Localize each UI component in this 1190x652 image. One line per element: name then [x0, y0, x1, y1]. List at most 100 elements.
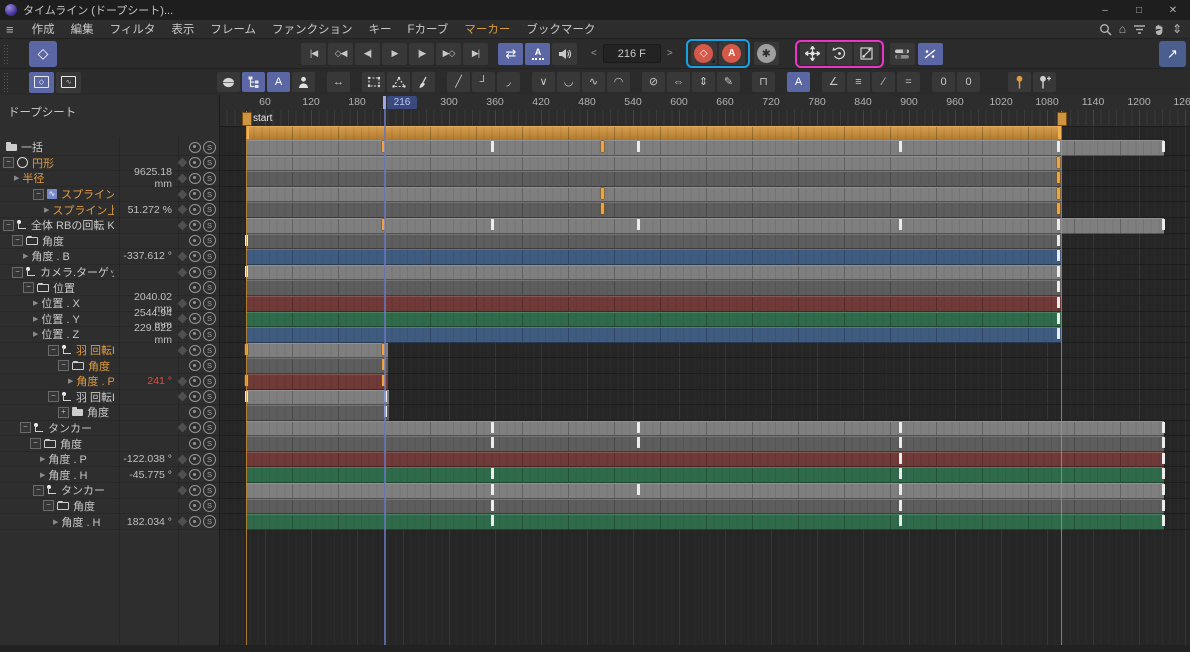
animation-track[interactable] — [246, 312, 1061, 328]
expander-expand-icon[interactable]: + — [58, 407, 69, 418]
visibility-eye-icon[interactable] — [189, 516, 201, 527]
selected-keyframe[interactable] — [1057, 172, 1060, 183]
next-key-button[interactable]: ▶◇ — [436, 43, 461, 65]
tangent-vee-button[interactable]: ∨ — [532, 72, 555, 92]
keyframe[interactable] — [491, 437, 494, 448]
track-row[interactable] — [220, 140, 1190, 156]
tree-row[interactable]: −角度S — [0, 358, 219, 374]
solo-icon[interactable]: S — [203, 359, 216, 372]
loop-button[interactable]: ⇄ — [498, 43, 523, 65]
tree-row[interactable]: −角度S — [0, 499, 219, 515]
visibility-eye-icon[interactable] — [189, 142, 201, 153]
solo-icon[interactable]: S — [203, 297, 216, 310]
solo-icon[interactable]: S — [203, 141, 216, 154]
tree-value[interactable]: 241 ° — [114, 375, 172, 387]
tree-row[interactable]: −タンカーS — [0, 483, 219, 499]
keyframe[interactable] — [491, 500, 494, 511]
tangent-soft-button[interactable]: ◡ — [557, 72, 580, 92]
tree-row[interactable]: ▶角度 . H182.034 °S — [0, 514, 219, 530]
tree-row[interactable]: −カメラ.ターゲット.1S — [0, 265, 219, 281]
solo-icon[interactable]: S — [203, 421, 216, 434]
selected-keyframe[interactable] — [1057, 157, 1060, 168]
keyframe[interactable] — [1057, 281, 1060, 292]
animation-track[interactable] — [246, 249, 1061, 265]
animation-track[interactable] — [246, 265, 1061, 281]
tree-row[interactable]: ▶半径9625.18 mmS — [0, 171, 219, 187]
solo-icon[interactable]: S — [203, 453, 216, 466]
fit-vertical-icon[interactable]: ⇕ — [1172, 22, 1182, 36]
menu-マーカー[interactable]: マーカー — [456, 21, 518, 37]
layer-diamond-icon[interactable] — [176, 203, 189, 216]
show-character-button[interactable] — [292, 72, 315, 92]
solo-icon[interactable]: S — [203, 328, 216, 341]
keyframe[interactable] — [1057, 250, 1060, 261]
keyframe[interactable] — [899, 422, 902, 433]
keyframe[interactable] — [1162, 219, 1165, 230]
animation-track[interactable] — [246, 405, 389, 421]
keep-visual-angle-button[interactable]: = — [897, 72, 920, 92]
record-autokey-button[interactable]: A — [719, 42, 745, 65]
lock-tangent-length-button[interactable]: ≡ — [847, 72, 870, 92]
audio-button[interactable] — [552, 43, 577, 65]
keyframe[interactable] — [637, 141, 640, 152]
track-row[interactable] — [220, 514, 1190, 530]
track-row[interactable] — [220, 374, 1190, 390]
visibility-eye-icon[interactable] — [189, 376, 201, 387]
add-marker-button[interactable] — [1008, 72, 1031, 92]
next-frame-button[interactable]: |▶ — [409, 43, 434, 65]
expander-collapse-icon[interactable]: − — [33, 189, 44, 200]
keyframe[interactable] — [899, 515, 902, 526]
prev-key-button[interactable]: ◇◀ — [328, 43, 353, 65]
tree-row[interactable]: ▶角度 . P-122.038 °S — [0, 452, 219, 468]
visibility-eye-icon[interactable] — [189, 235, 201, 246]
expander-collapse-icon[interactable]: − — [3, 157, 14, 168]
visibility-eye-icon[interactable] — [189, 157, 201, 168]
keyframe[interactable] — [491, 141, 494, 152]
tree-row[interactable]: −タンカーS — [0, 421, 219, 437]
tree-row[interactable]: 一括S — [0, 140, 219, 156]
playhead-frame-label[interactable]: 216 — [387, 96, 417, 109]
track-row[interactable] — [220, 405, 1190, 421]
visibility-eye-icon[interactable] — [189, 422, 201, 433]
solo-icon[interactable]: S — [203, 312, 216, 325]
pla-record-button[interactable] — [918, 43, 943, 65]
track-row[interactable] — [220, 234, 1190, 250]
animation-track[interactable] — [246, 390, 389, 406]
visibility-eye-icon[interactable] — [189, 500, 201, 511]
autokey-ruler-button[interactable]: A — [525, 43, 550, 65]
lasso-select-button[interactable] — [387, 72, 410, 92]
keyframe[interactable] — [1162, 422, 1165, 433]
tangent-spline-button[interactable]: ∿ — [582, 72, 605, 92]
play-button[interactable]: ▶ — [382, 43, 407, 65]
goto-start-button[interactable]: |◀ — [301, 43, 326, 65]
keyframe[interactable] — [1162, 141, 1165, 152]
record-keyframe-button[interactable]: ◇ — [691, 42, 717, 65]
track-row[interactable] — [220, 483, 1190, 499]
tree-row[interactable]: ▶角度 . H-45.775 °S — [0, 467, 219, 483]
keyframe[interactable] — [899, 468, 902, 479]
selected-keyframe[interactable] — [601, 188, 604, 199]
lock-time-button[interactable]: ⇔ — [667, 72, 690, 92]
tree-value[interactable]: 51.272 % — [114, 204, 172, 216]
keyframe[interactable] — [1057, 219, 1060, 230]
keyframe[interactable] — [491, 515, 494, 526]
visibility-eye-icon[interactable] — [189, 189, 201, 200]
animation-track[interactable] — [246, 234, 1061, 250]
visibility-eye-icon[interactable] — [189, 298, 201, 309]
tree-value[interactable]: 9625.18 mm — [114, 166, 172, 190]
keyframe[interactable] — [899, 453, 902, 464]
brush-clean-button[interactable] — [412, 72, 435, 92]
solo-icon[interactable]: S — [203, 375, 216, 388]
summary-track[interactable] — [246, 126, 1061, 141]
tree-value[interactable]: -45.775 ° — [114, 469, 172, 481]
expander-collapse-icon[interactable]: − — [3, 220, 14, 231]
move-keys-button[interactable]: ↔ — [327, 72, 350, 92]
track-row[interactable] — [220, 436, 1190, 452]
solo-icon[interactable]: S — [203, 250, 216, 263]
layer-diamond-icon[interactable] — [176, 250, 189, 263]
expander-collapse-icon[interactable]: − — [12, 235, 23, 246]
visibility-eye-icon[interactable] — [189, 391, 201, 402]
keyframe[interactable] — [899, 219, 902, 230]
interp-smooth-button[interactable]: ◞ — [497, 72, 520, 92]
keyframe[interactable] — [637, 484, 640, 495]
